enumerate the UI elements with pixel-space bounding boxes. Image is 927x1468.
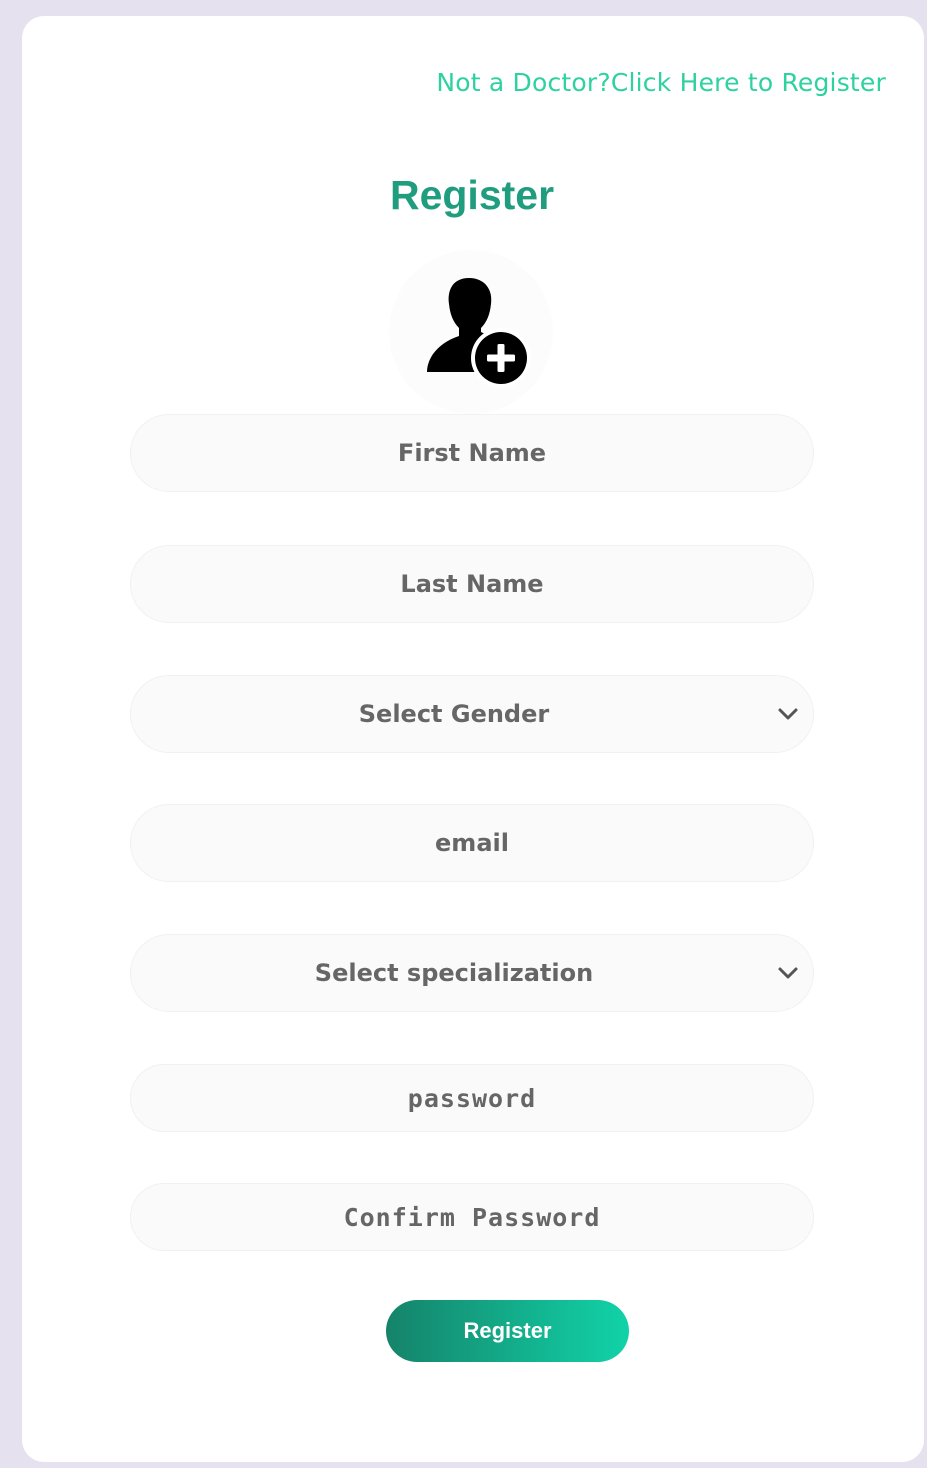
add-user-icon [427, 278, 531, 388]
register-button[interactable]: Register [386, 1300, 629, 1362]
avatar-upload[interactable] [389, 250, 553, 414]
gender-select[interactable]: Select Gender [130, 675, 814, 753]
patient-register-link[interactable]: Not a Doctor?Click Here to Register [436, 68, 886, 97]
specialization-select-value: Select specialization [314, 959, 594, 987]
chevron-down-icon [778, 967, 798, 979]
email-input[interactable] [130, 804, 814, 882]
first-name-input[interactable] [130, 414, 814, 492]
chevron-down-icon [778, 708, 798, 720]
register-card: Not a Doctor?Click Here to Register Regi… [22, 16, 924, 1462]
password-input[interactable] [130, 1064, 814, 1132]
last-name-input[interactable] [130, 545, 814, 623]
page-title: Register [389, 172, 555, 218]
gender-select-value: Select Gender [358, 700, 550, 728]
confirm-password-input[interactable] [130, 1183, 814, 1251]
specialization-select[interactable]: Select specialization [130, 934, 814, 1012]
